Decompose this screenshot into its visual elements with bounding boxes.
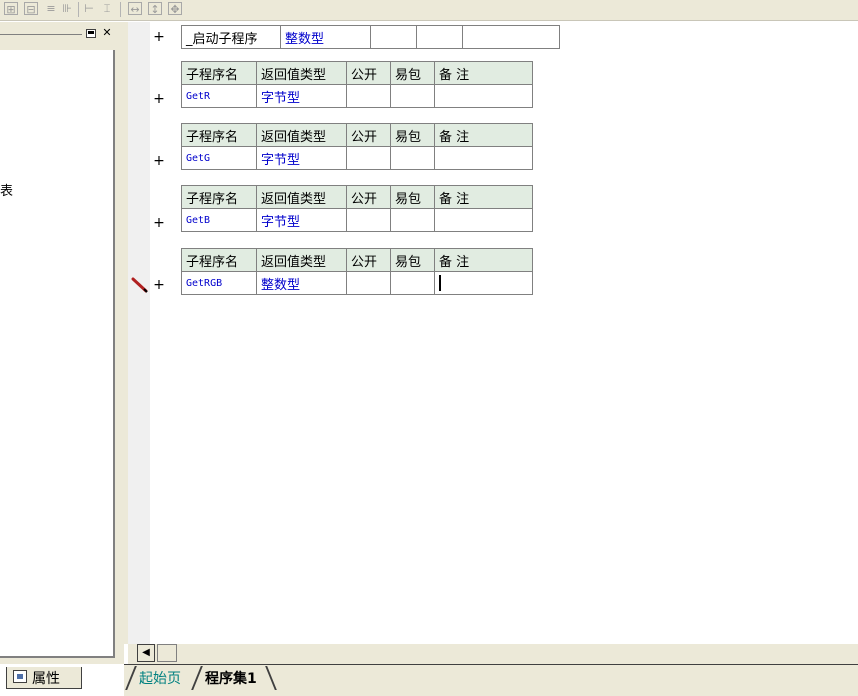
toolbar: ⊞ ⊟ ≡ ⊪ ⊢ ⌶ ↔ ↕ ✥ — [0, 0, 858, 21]
space-horizontal-icon[interactable]: ⊢ — [82, 2, 96, 15]
sub-public[interactable] — [346, 271, 391, 295]
col-header-easy: 易包 — [390, 61, 435, 85]
col-header-public: 公开 — [346, 123, 391, 147]
expand-icon[interactable]: + — [153, 277, 165, 293]
startup-remark[interactable] — [462, 25, 560, 49]
sub-name[interactable]: GetR — [181, 84, 257, 108]
align-top-icon[interactable]: ≡ — [44, 2, 58, 15]
sub-return-type[interactable]: 字节型 — [256, 146, 347, 170]
col-header-public: 公开 — [346, 248, 391, 272]
col-header-return: 返回值类型 — [256, 123, 347, 147]
col-header-easy: 易包 — [390, 123, 435, 147]
align-left-icon[interactable]: ⊞ — [4, 2, 18, 16]
startup-name[interactable]: _启动子程序 — [181, 25, 281, 49]
tab-start-page[interactable]: 起始页 — [127, 668, 187, 688]
same-height-icon[interactable]: ↕ — [148, 2, 162, 16]
properties-icon — [13, 670, 27, 683]
sub-name[interactable]: GetB — [181, 208, 257, 232]
sub-remark[interactable] — [434, 271, 533, 295]
col-header-public: 公开 — [346, 61, 391, 85]
sub-table-getrgb: 子程序名 返回值类型 公开 易包 备 注 GetRGB 整数型 — [181, 248, 533, 295]
sub-easy-pack[interactable] — [390, 84, 435, 108]
col-header-remark: 备 注 — [434, 61, 533, 85]
same-size-icon[interactable]: ✥ — [168, 2, 182, 16]
col-header-public: 公开 — [346, 185, 391, 209]
startup-public[interactable] — [370, 25, 417, 49]
code-editor[interactable] — [124, 22, 858, 644]
sub-return-type[interactable]: 字节型 — [256, 84, 347, 108]
pencil-icon — [131, 277, 148, 293]
col-header-return: 返回值类型 — [256, 61, 347, 85]
col-header-remark: 备 注 — [434, 123, 533, 147]
expand-icon[interactable]: + — [153, 91, 165, 107]
col-header-name: 子程序名 — [181, 248, 257, 272]
tree-item-label[interactable]: 表 — [0, 180, 13, 199]
col-header-name: 子程序名 — [181, 185, 257, 209]
left-panel: ✕ 表 — [0, 22, 124, 664]
tab-assembly-1[interactable]: 程序集1 — [193, 668, 263, 688]
same-width-icon[interactable]: ↔ — [128, 2, 142, 16]
sub-easy-pack[interactable] — [390, 208, 435, 232]
sub-public[interactable] — [346, 84, 391, 108]
sub-easy-pack[interactable] — [390, 146, 435, 170]
horizontal-scrollbar[interactable] — [128, 644, 858, 664]
col-header-name: 子程序名 — [181, 61, 257, 85]
sub-table-getr: 子程序名 返回值类型 公开 易包 备 注 GetR 字节型 — [181, 61, 533, 108]
col-header-remark: 备 注 — [434, 185, 533, 209]
panel-header: ✕ — [0, 27, 118, 41]
sub-return-type[interactable]: 字节型 — [256, 208, 347, 232]
sub-remark[interactable] — [434, 84, 533, 108]
text-caret — [439, 275, 441, 291]
expand-icon[interactable]: + — [153, 153, 165, 169]
restore-icon[interactable] — [86, 29, 96, 38]
col-header-easy: 易包 — [390, 248, 435, 272]
col-header-name: 子程序名 — [181, 123, 257, 147]
sub-public[interactable] — [346, 146, 391, 170]
sub-remark[interactable] — [434, 208, 533, 232]
sub-easy-pack[interactable] — [390, 271, 435, 295]
sub-name[interactable]: GetRGB — [181, 271, 257, 295]
space-vertical-icon[interactable]: ⌶ — [100, 2, 114, 15]
project-tree[interactable]: 表 — [0, 50, 115, 658]
tab-properties[interactable]: 属性 — [6, 667, 82, 689]
expand-icon[interactable]: + — [153, 215, 165, 231]
scroll-thumb[interactable] — [157, 644, 177, 662]
col-header-return: 返回值类型 — [256, 185, 347, 209]
startup-easy-pack[interactable] — [416, 25, 463, 49]
align-middle-icon[interactable]: ⊪ — [60, 2, 74, 15]
col-header-return: 返回值类型 — [256, 248, 347, 272]
sub-return-type[interactable]: 整数型 — [256, 271, 347, 295]
sub-table-getg: 子程序名 返回值类型 公开 易包 备 注 GetG 字节型 — [181, 123, 533, 170]
startup-table: _启动子程序 整数型 — [181, 25, 560, 49]
sub-remark[interactable] — [434, 146, 533, 170]
scroll-left-icon[interactable]: ◀ — [137, 644, 155, 662]
startup-return-type[interactable]: 整数型 — [280, 25, 371, 49]
expand-icon[interactable]: + — [153, 29, 165, 45]
col-header-easy: 易包 — [390, 185, 435, 209]
editor-gutter — [128, 22, 150, 644]
col-header-remark: 备 注 — [434, 248, 533, 272]
sub-table-getb: 子程序名 返回值类型 公开 易包 备 注 GetB 字节型 — [181, 185, 533, 232]
tab-properties-label: 属性 — [32, 671, 60, 687]
align-center-icon[interactable]: ⊟ — [24, 2, 38, 16]
sub-public[interactable] — [346, 208, 391, 232]
close-icon[interactable]: ✕ — [101, 27, 113, 39]
sub-name[interactable]: GetG — [181, 146, 257, 170]
